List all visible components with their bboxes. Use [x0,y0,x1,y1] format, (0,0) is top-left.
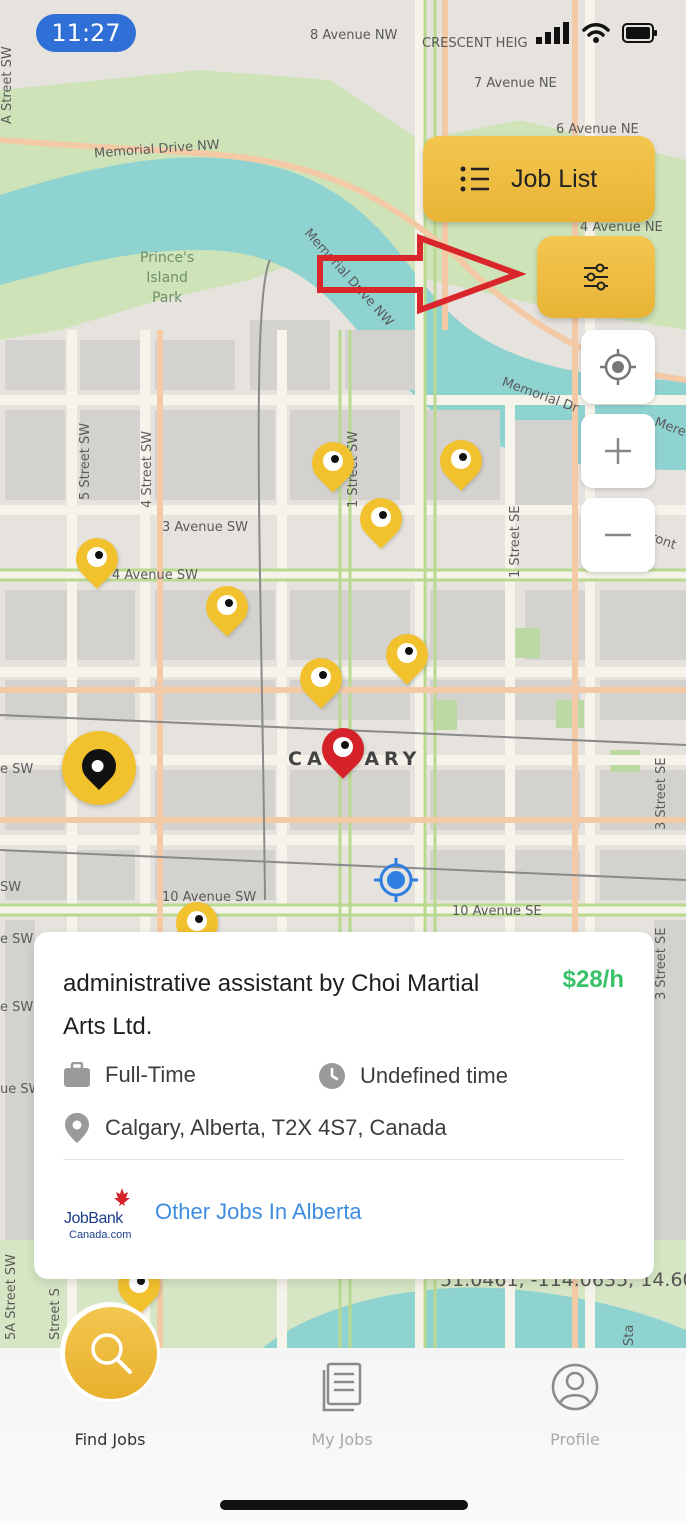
crosshair-icon [600,349,636,385]
schedule-label: Undefined time [360,1063,508,1088]
filter-button[interactable] [537,236,655,318]
street-label: 10 Avenue SE [452,904,542,919]
home-indicator [220,1500,468,1510]
schedule: Undefined time [318,1062,508,1090]
current-location-icon [374,858,418,902]
find-jobs-button[interactable] [65,1307,157,1399]
street-label: SW [0,880,22,895]
street-label: Street S [48,1288,63,1340]
job-title: administrative assistant by Choi Martial… [63,970,480,1040]
street-label: 5A Street SW [4,1253,19,1340]
location-label: Calgary, Alberta, T2X 4S7, Canada [105,1115,447,1140]
minus-icon [605,533,631,537]
jobbank-logo: JobBank Canada.com [64,1186,136,1244]
street-label: 4 Avenue SW [112,568,198,583]
list-icon [460,166,489,192]
wifi-icon [582,23,610,43]
briefcase-icon [64,1062,90,1087]
street-label: e SW [0,1000,34,1015]
street-label: e SW [0,762,34,777]
street-label: 8 Avenue NW [310,28,398,43]
clock-icon [319,1063,345,1089]
street-label: 6 Avenue NE [556,122,639,137]
job-list-label: Job List [511,164,598,193]
job-list-button[interactable]: Job List [423,136,655,222]
search-icon [91,1333,132,1374]
street-label: 4 Street SW [140,430,155,508]
logo-text-bottom: Canada.com [69,1229,132,1241]
nav-my-jobs-label: My Jobs [311,1430,373,1449]
job-pin[interactable] [291,649,351,709]
other-jobs-link[interactable]: Other Jobs In Alberta [155,1199,362,1225]
street-label: Sta [622,1324,637,1346]
job-pin[interactable] [351,489,411,549]
logo-text-top: JobBank [64,1210,123,1227]
location-pin-icon [65,1113,89,1143]
street-label: 3 Avenue SW [162,520,248,535]
bottom-navigation: Find Jobs My Jobs Profile [0,1302,686,1524]
street-label: 1 Street SE [508,505,523,578]
sliders-icon [584,263,608,291]
job-detail-card[interactable]: administrative assistant by Choi Martial… [34,932,654,1279]
employment-type-label: Full-Time [105,1062,196,1087]
street-label: 4 Avenue NE [580,220,663,235]
locate-button[interactable] [581,330,655,404]
street-label: 5 Street SW [78,422,93,500]
plus-icon [605,438,631,464]
street-label: 3 Street SE [654,757,669,830]
street-label: CRESCENT HEIG [422,36,528,51]
user-icon [551,1363,599,1411]
job-wage: $28/h [562,966,624,993]
card-divider [63,1159,624,1160]
nav-find-jobs-label: Find Jobs [74,1430,146,1449]
street-label: 3 Street SE [654,927,669,1000]
nav-profile-label: Profile [550,1430,600,1449]
park-label: Prince's Island Park [140,250,195,306]
job-pin[interactable] [431,431,491,491]
battery-icon [622,23,657,43]
job-pin[interactable] [197,577,257,637]
job-cluster-pin[interactable] [62,731,136,805]
document-icon [322,1362,362,1412]
street-label: A Street SW [0,46,15,124]
job-pin[interactable] [67,529,127,589]
annotation-arrow-icon [317,233,526,315]
signal-icon [536,22,569,44]
zoom-in-button[interactable] [581,414,655,488]
selected-job-pin[interactable] [313,719,373,779]
location: Calgary, Alberta, T2X 4S7, Canada [63,1112,447,1144]
zoom-out-button[interactable] [581,498,655,572]
status-time: 11:27 [36,14,136,52]
status-icons [536,22,658,44]
employment-type: Full-Time [63,1062,196,1088]
street-label: 7 Avenue NE [474,76,557,91]
street-label: e SW [0,932,34,947]
job-pin[interactable] [377,625,437,685]
job-pin[interactable] [303,433,363,493]
